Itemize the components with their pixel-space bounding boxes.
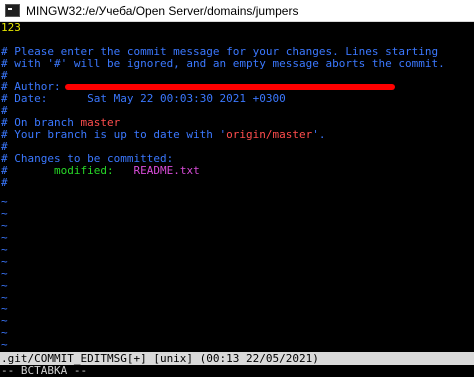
tilde-line: ~ <box>1 195 8 209</box>
tilde-line: ~ <box>1 266 8 280</box>
vim-mode-indicator: -- ВСТАВКА -- <box>1 364 88 377</box>
modified-label: modified: <box>53 163 114 177</box>
redaction-mark <box>64 84 395 91</box>
date-line: # Date: Sat May 22 00:03:30 2021 +0300 <box>0 93 474 105</box>
tilde-line: ~ <box>1 338 8 352</box>
comment-line: # with '#' will be ignored, and an empty… <box>1 56 445 70</box>
tilde-line: ~ <box>1 231 8 245</box>
title-bar[interactable]: MINGW32:/e/Учеба/Open Server/domains/jum… <box>0 0 474 22</box>
empty-buffer-area: ~ ~ ~ ~ ~ ~ ~ ~ ~ ~ ~ ~ ~ ~ <box>0 196 474 362</box>
tilde-line: ~ <box>1 326 8 340</box>
modified-file: README.txt <box>133 163 200 177</box>
tilde-line: ~ <box>1 278 8 292</box>
comment-line: # Please enter the commit message for yo… <box>1 44 439 58</box>
tilde-line: ~ <box>1 290 8 304</box>
comment-line: # <box>1 68 8 82</box>
tilde-line: ~ <box>1 243 8 257</box>
tilde-line: ~ <box>1 254 8 268</box>
remote-branch-name: origin/master <box>226 128 313 142</box>
tilde-line: ~ <box>1 207 8 221</box>
terminal-window: MINGW32:/e/Учеба/Open Server/domains/jum… <box>0 0 474 377</box>
date-value: Sat May 22 00:03:30 2021 +0300 <box>87 92 286 106</box>
tilde-line: ~ <box>1 302 8 316</box>
comment-line: # <box>1 175 8 189</box>
modified-prefix: # <box>1 163 8 177</box>
terminal-app-icon <box>5 4 20 17</box>
blank-comment-line <box>0 34 474 46</box>
modified-line: # modified: README.txt <box>0 163 474 177</box>
uptodate-suffix: '. <box>312 128 326 142</box>
uptodate-line: # Your branch is up to date with 'origin… <box>0 129 474 141</box>
vim-editor[interactable]: 123 # Please enter the commit message fo… <box>0 22 474 377</box>
tilde-line: ~ <box>1 219 8 233</box>
uptodate-text: # Your branch is up to date with ' <box>1 128 227 142</box>
commit-message-line[interactable]: 123 <box>0 22 474 34</box>
window-title: MINGW32:/e/Учеба/Open Server/domains/jum… <box>26 3 299 18</box>
tilde-line: ~ <box>1 314 8 328</box>
